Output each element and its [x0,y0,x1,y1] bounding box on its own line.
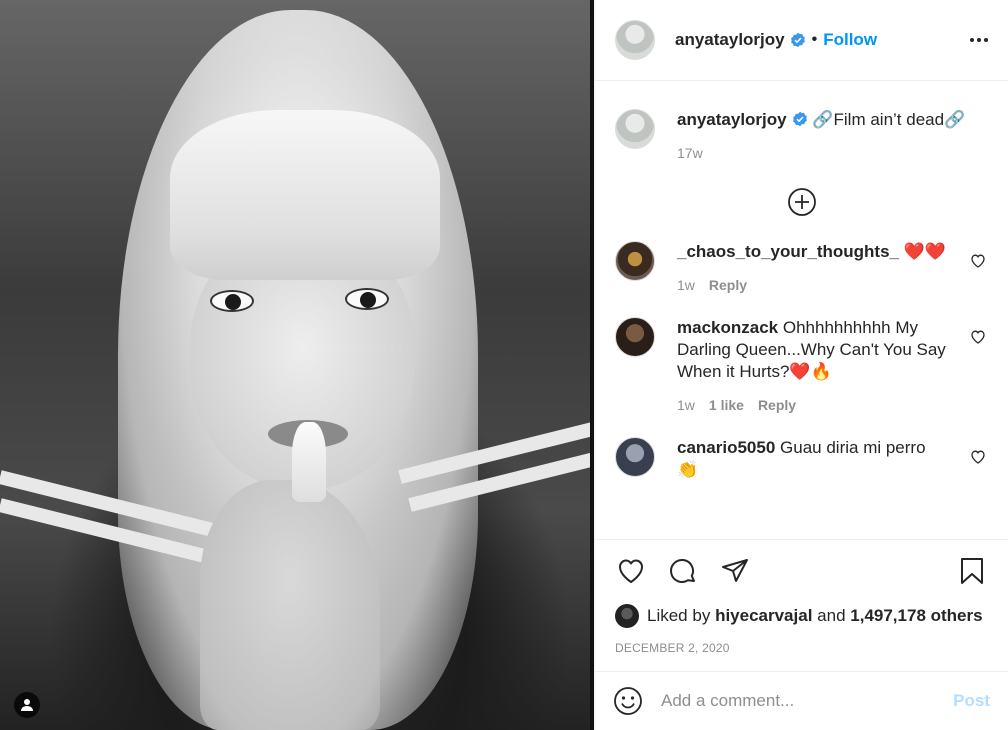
reply-button[interactable]: Reply [758,397,796,413]
comment-likes-count[interactable]: 1 like [709,397,744,413]
caption-text: 🔗Film ain’t dead🔗 [812,110,966,129]
post-date[interactable]: DECEMBER 2, 2020 [595,631,1008,671]
photo-chess-piece [292,422,326,502]
emoji-smiley-icon[interactable] [613,686,643,716]
share-paper-plane-icon[interactable] [719,555,751,587]
user-tag-icon [21,699,33,711]
load-more-comments-button[interactable] [615,187,988,217]
liked-by-prefix: Liked by [647,606,711,625]
follow-button[interactable]: Follow [823,30,877,50]
like-comment-heart-icon[interactable] [970,449,986,465]
add-comment-bar: Post [595,671,1008,730]
author-username[interactable]: anyataylorjoy [675,30,785,50]
comment-item: _chaos_to_your_thoughts_ ❤️❤️ 1w Reply [615,241,988,293]
likes-summary: Liked by hiyecarvajal and 1,497,178 othe… [595,601,1008,631]
commenter-avatar[interactable] [615,241,655,281]
header-separator: • [811,31,818,48]
verified-badge-icon [790,32,805,48]
photo-hand [200,480,380,730]
commenter-avatar[interactable] [615,437,655,477]
likes-and: and [817,606,846,625]
liker-username[interactable]: hiyecarvajal [715,606,812,626]
post-actions-bar [595,539,1008,601]
plus-circle-icon [787,188,816,216]
photo-eye-right [345,288,389,310]
add-comment-input[interactable] [661,691,944,711]
caption-time[interactable]: 17w [677,145,703,161]
caption-avatar[interactable] [615,109,655,149]
post-comment-button[interactable]: Post [953,691,990,711]
instagram-post-modal: anyataylorjoy • Follow anyataylorjoy 🔗Fi… [0,0,1008,730]
photo-bangs [170,110,440,280]
commenter-username[interactable]: mackonzack [677,318,778,337]
comments-list[interactable]: anyataylorjoy 🔗Film ain’t dead🔗 17w _cha… [595,81,1008,539]
verified-badge-icon [792,111,807,127]
liker-avatar[interactable] [615,604,639,628]
likes-others-count[interactable]: 1,497,178 others [850,606,982,626]
like-heart-icon[interactable] [615,555,647,587]
comment-time[interactable]: 1w [677,397,695,413]
comment-bubble-icon[interactable] [667,555,699,587]
bookmark-icon[interactable] [956,555,988,587]
commenter-username[interactable]: canario5050 [677,438,775,457]
post-caption: anyataylorjoy 🔗Film ain’t dead🔗 17w [615,109,988,161]
comment-item: mackonzack Ohhhhhhhhhh My Darling Queen.… [615,317,988,413]
post-header: anyataylorjoy • Follow [595,0,1008,81]
post-photo[interactable] [0,0,594,730]
caption-username[interactable]: anyataylorjoy [677,110,787,129]
more-options-button[interactable] [970,38,988,42]
photo-eye-left [210,290,254,312]
author-avatar[interactable] [615,20,655,60]
commenter-username[interactable]: _chaos_to_your_thoughts_ [677,242,899,261]
commenter-avatar[interactable] [615,317,655,357]
comment-text: ❤️❤️ [903,242,947,261]
post-sidebar: anyataylorjoy • Follow anyataylorjoy 🔗Fi… [594,0,1008,730]
comment-item: canario5050 Guau diria mi perro 👏 [615,437,988,481]
more-dot-icon [984,38,988,42]
tagged-user-button[interactable] [14,692,40,718]
reply-button[interactable]: Reply [709,277,747,293]
more-dot-icon [970,38,974,42]
more-dot-icon [977,38,981,42]
comment-time[interactable]: 1w [677,277,695,293]
like-comment-heart-icon[interactable] [970,329,986,345]
like-comment-heart-icon[interactable] [970,253,986,269]
